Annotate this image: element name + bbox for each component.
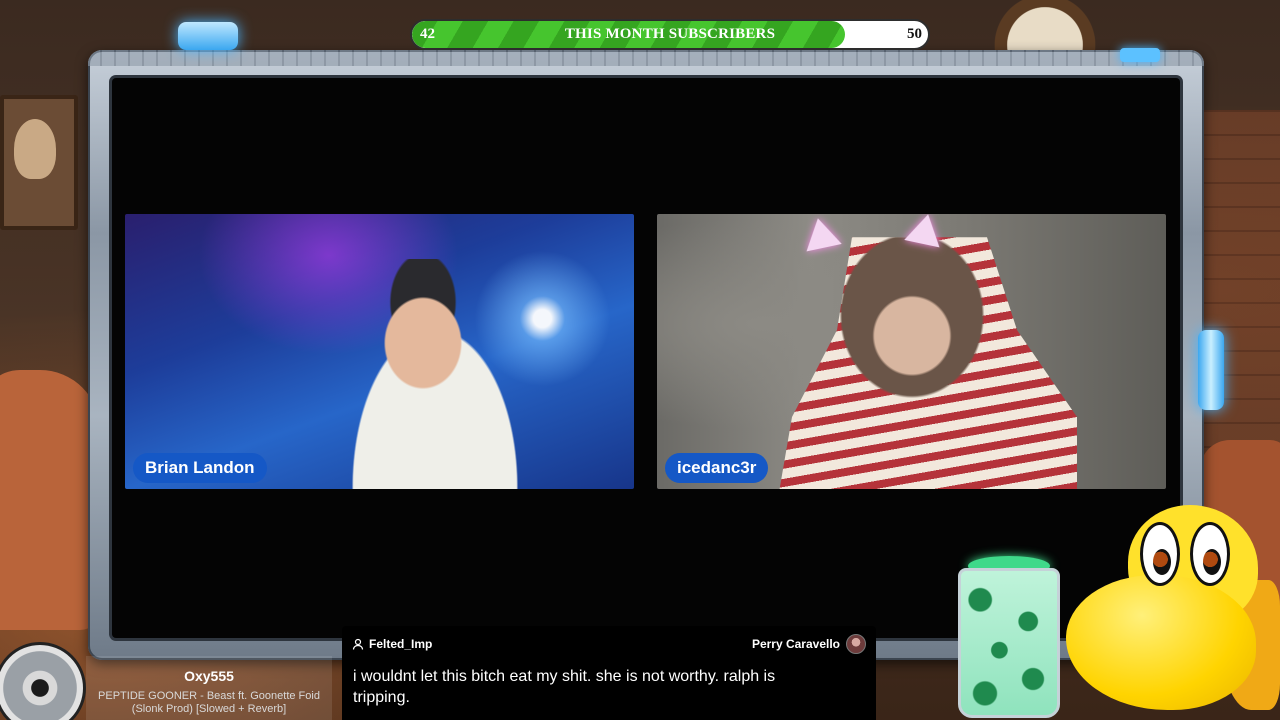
subscriber-goal-bar: 42 THIS MONTH SUBSCRIBERS 50 [410, 19, 930, 50]
song-requester: Oxy555 [184, 668, 234, 684]
user-icon [352, 638, 364, 650]
armchair-left [0, 370, 100, 630]
video-tile-icedancer[interactable]: icedanc3r [657, 214, 1166, 489]
chat-username: Felted_Imp [369, 637, 433, 651]
frame-light-top [178, 22, 238, 50]
song-title: PEPTIDE GOONER - Beast ft. Goonette Foid… [98, 690, 320, 715]
goal-target-count: 50 [907, 26, 922, 42]
chat-user: Felted_Imp [352, 636, 432, 652]
video-tile-brian[interactable]: Brian Landon [125, 214, 634, 489]
chat-message: i wouldnt let this bitch eat my shit. sh… [353, 668, 776, 706]
bird-eye-left [1140, 522, 1180, 586]
participant-video [315, 259, 555, 489]
chat-reply-target: Perry Caravello [752, 634, 866, 654]
chat-reply-name: Perry Caravello [751, 637, 840, 651]
frame-light-top-right [1120, 48, 1160, 62]
cat-ear-left [800, 214, 842, 252]
wall-picture [0, 95, 78, 230]
avatar [846, 634, 866, 654]
chat-highlight: Felted_Imp Perry Caravello i wouldnt let… [342, 626, 876, 720]
participant-name-tag: icedanc3r [665, 453, 769, 483]
now-playing-panel: Oxy555 PEPTIDE GOONER - Beast ft. Goonet… [86, 656, 332, 720]
frame-light-right [1198, 330, 1224, 410]
goal-title: THIS MONTH SUBSCRIBERS [564, 26, 776, 42]
participant-name-tag: Brian Landon [133, 453, 267, 483]
bird-eye-right [1190, 522, 1230, 586]
jar-overlay [958, 568, 1060, 718]
participant-video [777, 237, 1077, 489]
